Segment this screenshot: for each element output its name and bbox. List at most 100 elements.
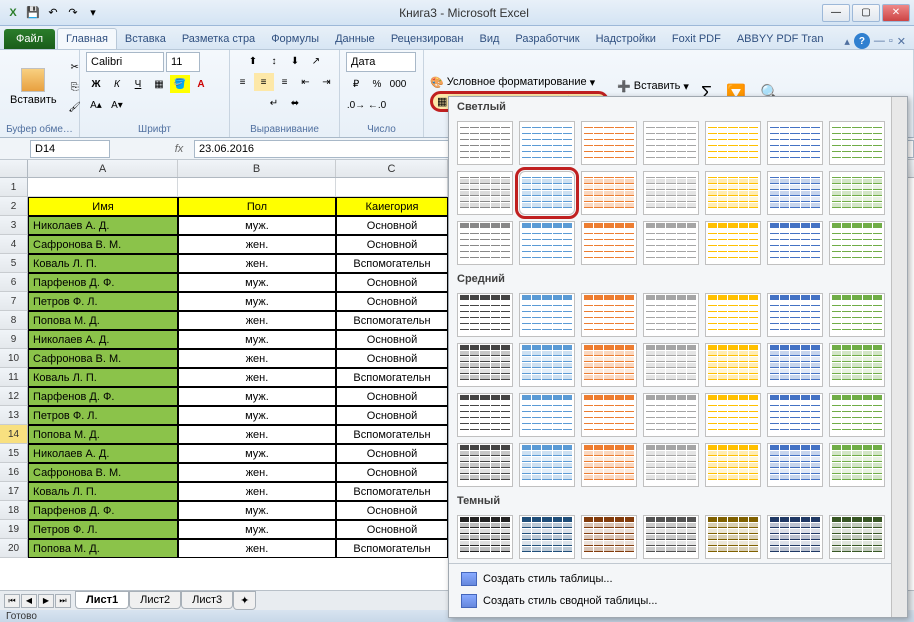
row-header[interactable]: 3 bbox=[0, 216, 28, 235]
cell[interactable]: Николаев А. Д. bbox=[28, 216, 178, 235]
cell[interactable]: Попова М. Д. bbox=[28, 425, 178, 444]
table-style-thumb[interactable] bbox=[767, 443, 823, 487]
table-style-thumb[interactable] bbox=[705, 121, 761, 165]
table-style-thumb[interactable] bbox=[829, 171, 885, 215]
table-style-thumb[interactable] bbox=[581, 221, 637, 265]
cell[interactable]: Основной bbox=[336, 216, 448, 235]
doc-close-icon[interactable]: ✕ bbox=[897, 35, 906, 48]
col-header-A[interactable]: A bbox=[28, 160, 178, 177]
cell[interactable]: жен. bbox=[178, 235, 336, 254]
table-style-thumb[interactable] bbox=[581, 293, 637, 337]
wrap-text-icon[interactable]: ↵ bbox=[264, 94, 284, 112]
row-header[interactable]: 12 bbox=[0, 387, 28, 406]
row-header[interactable]: 9 bbox=[0, 330, 28, 349]
tab-addins[interactable]: Надстройки bbox=[588, 29, 664, 49]
minimize-ribbon-icon[interactable]: ▴ bbox=[844, 35, 850, 48]
increase-font-icon[interactable]: A▴ bbox=[86, 96, 106, 114]
fx-icon[interactable]: fx bbox=[170, 143, 188, 155]
cell[interactable]: Основной bbox=[336, 349, 448, 368]
table-style-thumb[interactable] bbox=[581, 515, 637, 559]
cell[interactable] bbox=[178, 178, 336, 197]
table-style-thumb[interactable] bbox=[767, 221, 823, 265]
cell[interactable]: Петров Ф. Л. bbox=[28, 406, 178, 425]
sheet-tab-1[interactable]: Лист1 bbox=[75, 591, 129, 609]
qat-dropdown-icon[interactable]: ▾ bbox=[84, 4, 102, 22]
table-style-thumb[interactable] bbox=[643, 515, 699, 559]
border-icon[interactable]: ▦ bbox=[149, 75, 169, 93]
table-style-thumb[interactable] bbox=[829, 443, 885, 487]
name-box[interactable]: D14 bbox=[30, 140, 110, 158]
header-cell[interactable]: Каиегория bbox=[336, 197, 448, 216]
table-style-thumb[interactable] bbox=[705, 171, 761, 215]
font-name-combo[interactable]: Calibri bbox=[86, 52, 164, 72]
comma-icon[interactable]: 000 bbox=[388, 75, 408, 93]
sheet-tab-3[interactable]: Лист3 bbox=[181, 591, 233, 609]
tab-abbyy[interactable]: ABBYY PDF Tran bbox=[729, 29, 832, 49]
row-header[interactable]: 7 bbox=[0, 292, 28, 311]
table-style-thumb[interactable] bbox=[705, 343, 761, 387]
row-header[interactable]: 19 bbox=[0, 520, 28, 539]
close-button[interactable]: ✕ bbox=[882, 4, 910, 22]
table-style-thumb[interactable] bbox=[457, 515, 513, 559]
table-style-thumb[interactable] bbox=[519, 121, 575, 165]
sheet-nav-first[interactable]: ⏮ bbox=[4, 594, 20, 608]
table-style-thumb[interactable] bbox=[581, 343, 637, 387]
underline-icon[interactable]: Ч bbox=[128, 75, 148, 93]
tab-foxit[interactable]: Foxit PDF bbox=[664, 29, 729, 49]
cell[interactable]: Николаев А. Д. bbox=[28, 444, 178, 463]
table-style-thumb[interactable] bbox=[705, 443, 761, 487]
sheet-tab-2[interactable]: Лист2 bbox=[129, 591, 181, 609]
cell[interactable]: Вспомогательн bbox=[336, 425, 448, 444]
cell[interactable]: Парфенов Д. Ф. bbox=[28, 387, 178, 406]
redo-icon[interactable]: ↷ bbox=[64, 4, 82, 22]
cell[interactable]: жен. bbox=[178, 425, 336, 444]
row-header[interactable]: 4 bbox=[0, 235, 28, 254]
table-style-thumb[interactable] bbox=[519, 343, 575, 387]
doc-restore-icon[interactable]: ▫ bbox=[889, 35, 893, 47]
table-style-thumb[interactable] bbox=[643, 443, 699, 487]
cell[interactable]: жен. bbox=[178, 254, 336, 273]
cell[interactable]: муж. bbox=[178, 406, 336, 425]
decrease-decimal-icon[interactable]: ←.0 bbox=[367, 96, 387, 114]
cell[interactable]: муж. bbox=[178, 501, 336, 520]
table-style-thumb[interactable] bbox=[643, 121, 699, 165]
cell[interactable]: Сафронова В. М. bbox=[28, 349, 178, 368]
file-tab[interactable]: Файл bbox=[4, 29, 55, 49]
cell[interactable]: муж. bbox=[178, 216, 336, 235]
decrease-font-icon[interactable]: A▾ bbox=[107, 96, 127, 114]
gallery-scrollbar[interactable] bbox=[891, 97, 907, 617]
tab-home[interactable]: Главная bbox=[57, 28, 117, 49]
cell[interactable]: жен. bbox=[178, 349, 336, 368]
table-style-thumb[interactable] bbox=[643, 293, 699, 337]
table-style-thumb[interactable] bbox=[767, 171, 823, 215]
row-header[interactable]: 18 bbox=[0, 501, 28, 520]
cell[interactable]: муж. bbox=[178, 292, 336, 311]
cell[interactable]: муж. bbox=[178, 444, 336, 463]
percent-icon[interactable]: % bbox=[367, 75, 387, 93]
table-style-thumb[interactable] bbox=[457, 293, 513, 337]
tab-data[interactable]: Данные bbox=[327, 29, 383, 49]
cell[interactable]: Петров Ф. Л. bbox=[28, 520, 178, 539]
maximize-button[interactable]: ▢ bbox=[852, 4, 880, 22]
table-style-thumb[interactable] bbox=[643, 343, 699, 387]
table-style-thumb[interactable] bbox=[519, 293, 575, 337]
row-header[interactable]: 20 bbox=[0, 539, 28, 558]
header-cell[interactable]: Пол bbox=[178, 197, 336, 216]
table-style-thumb[interactable] bbox=[457, 221, 513, 265]
cell[interactable]: Основной bbox=[336, 406, 448, 425]
cell[interactable]: Вспомогательн bbox=[336, 539, 448, 558]
cell[interactable]: Сафронова В. М. bbox=[28, 235, 178, 254]
cell[interactable]: Коваль Л. П. bbox=[28, 368, 178, 387]
table-style-thumb[interactable] bbox=[705, 293, 761, 337]
row-header[interactable]: 17 bbox=[0, 482, 28, 501]
sheet-nav-last[interactable]: ⏭ bbox=[55, 594, 71, 608]
orientation-icon[interactable]: ↗ bbox=[306, 52, 326, 70]
table-style-thumb[interactable] bbox=[767, 121, 823, 165]
col-header-B[interactable]: B bbox=[178, 160, 336, 177]
currency-icon[interactable]: ₽ bbox=[346, 75, 366, 93]
tab-view[interactable]: Вид bbox=[472, 29, 508, 49]
number-format-combo[interactable]: Дата bbox=[346, 52, 416, 72]
table-style-thumb[interactable] bbox=[643, 221, 699, 265]
table-style-thumb[interactable] bbox=[519, 171, 575, 215]
table-style-thumb[interactable] bbox=[767, 393, 823, 437]
